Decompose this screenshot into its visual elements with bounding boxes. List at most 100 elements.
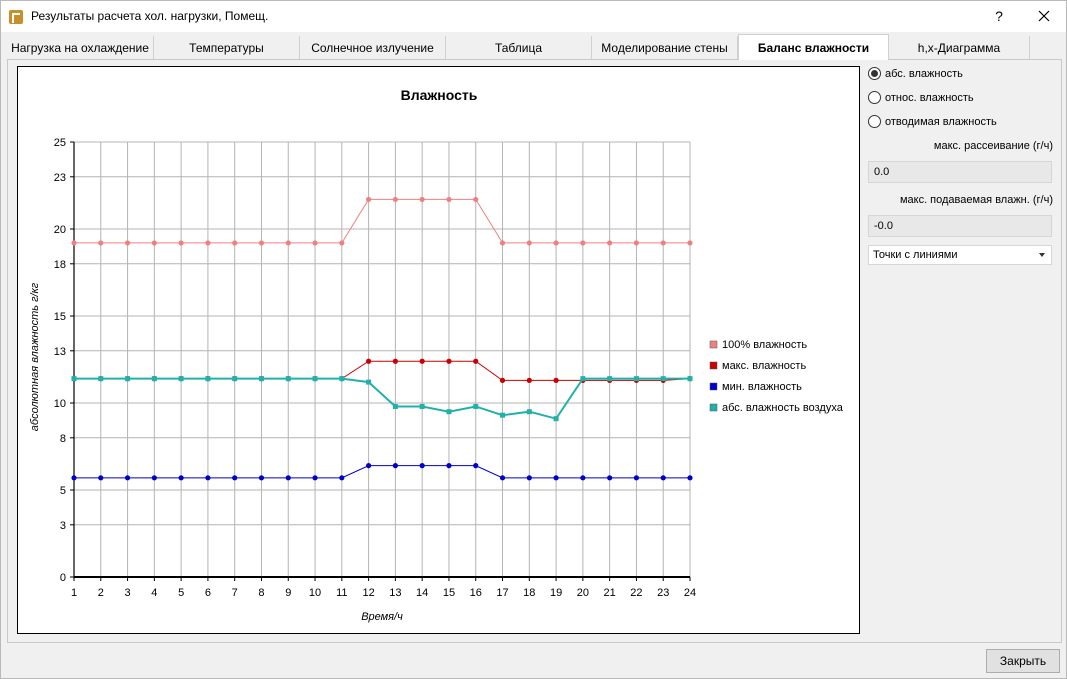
x-tick-label: 5: [178, 587, 184, 599]
data-point: [366, 379, 372, 385]
y-tick-label: 13: [54, 346, 66, 358]
tab-temperatures[interactable]: Температуры: [154, 36, 300, 60]
help-button[interactable]: ?: [987, 5, 1011, 27]
data-point: [98, 376, 104, 382]
legend-label: абс. влажность воздуха: [722, 402, 844, 414]
data-point: [607, 376, 613, 382]
series-line: [74, 377, 690, 420]
data-point: [178, 376, 184, 382]
x-tick-label: 3: [125, 587, 131, 599]
x-tick-label: 16: [470, 587, 482, 599]
y-axis-label: абсолютная влажность г/кг: [29, 282, 41, 431]
data-point: [660, 376, 666, 382]
x-tick-label: 10: [309, 587, 321, 599]
data-point: [366, 196, 372, 203]
data-point: [607, 240, 613, 246]
x-tick-label: 20: [577, 587, 589, 599]
radio-checked-icon: [868, 67, 881, 80]
title-bar: Результаты расчета хол. нагрузки, Помещ.…: [1, 1, 1066, 32]
data-point: [392, 403, 398, 409]
display-mode-select[interactable]: Точки с линиями: [868, 245, 1052, 265]
display-mode-value: Точки с линиями: [873, 249, 958, 261]
close-icon: [1038, 10, 1050, 22]
y-tick-label: 0: [60, 572, 66, 584]
close-button[interactable]: Закрыть: [986, 649, 1060, 673]
data-point: [419, 463, 425, 469]
radio-removed-humidity[interactable]: отводимая влажность: [868, 113, 997, 131]
data-point: [633, 475, 640, 481]
data-point: [499, 475, 506, 481]
data-point: [258, 240, 265, 246]
legend-swatch: [709, 382, 718, 391]
chart-title: Влажность: [401, 87, 478, 103]
data-point: [633, 376, 639, 382]
data-point: [580, 475, 586, 481]
data-point: [446, 358, 452, 364]
radio-label: абс. влажность: [885, 68, 963, 80]
data-point: [580, 376, 586, 382]
x-tick-label: 13: [389, 587, 401, 599]
data-point: [205, 475, 211, 481]
options-panel: абс. влажность относ. влажность отводима…: [865, 63, 1055, 283]
max-dissipation-label: макс. рассеивание (г/ч): [933, 140, 1053, 152]
x-tick-label: 7: [232, 587, 238, 599]
data-point: [205, 376, 211, 382]
tab-cooling-load[interactable]: Нагрузка на охлаждение: [7, 36, 154, 60]
data-point: [178, 240, 184, 246]
y-tick-label: 5: [60, 485, 66, 497]
data-point: [446, 196, 452, 203]
data-point: [499, 377, 506, 383]
tab-solar-radiation[interactable]: Солнечное излучение: [300, 36, 446, 60]
max-dissipation-field[interactable]: 0.0: [868, 161, 1052, 183]
data-point: [124, 240, 131, 246]
y-tick-label: 8: [60, 433, 66, 445]
data-point: [71, 475, 77, 481]
y-tick-label: 23: [54, 172, 66, 184]
x-tick-label: 23: [657, 587, 669, 599]
x-tick-label: 6: [205, 587, 211, 599]
data-point: [419, 196, 425, 203]
data-point: [366, 463, 372, 469]
radio-label: относ. влажность: [885, 92, 974, 104]
chevron-down-icon: [1039, 253, 1045, 257]
data-point: [339, 475, 345, 481]
data-point: [526, 377, 532, 383]
tab-hx-diagram[interactable]: h,x-Диаграмма: [889, 36, 1030, 60]
data-point: [151, 475, 157, 481]
data-point: [285, 376, 291, 382]
tab-table[interactable]: Таблица: [446, 36, 592, 60]
legend-swatch: [709, 361, 718, 370]
x-tick-label: 22: [630, 587, 642, 599]
legend-label: мин. влажность: [722, 381, 802, 393]
data-point: [151, 376, 157, 382]
data-point: [526, 409, 532, 415]
data-point: [71, 376, 77, 382]
data-point: [687, 240, 693, 246]
data-point: [607, 475, 613, 481]
close-window-button[interactable]: [1031, 5, 1057, 27]
x-tick-label: 19: [550, 587, 562, 599]
data-point: [473, 403, 479, 409]
x-tick-label: 2: [98, 587, 104, 599]
data-point: [124, 475, 131, 481]
data-point: [553, 475, 559, 481]
tab-moisture-balance[interactable]: Баланс влажности: [738, 34, 889, 60]
data-point: [339, 376, 345, 382]
tab-wall-modeling[interactable]: Моделирование стены: [592, 36, 738, 60]
radio-unchecked-icon: [868, 115, 881, 128]
legend-swatch: [709, 340, 718, 349]
series-line: [74, 360, 691, 381]
data-point: [473, 196, 479, 203]
data-point: [258, 376, 264, 382]
y-tick-label: 25: [54, 137, 66, 149]
max-supply-field[interactable]: -0.0: [868, 215, 1052, 237]
data-point: [687, 475, 693, 481]
radio-relative-humidity[interactable]: относ. влажность: [868, 89, 974, 107]
data-point: [446, 463, 452, 469]
radio-absolute-humidity[interactable]: абс. влажность: [868, 65, 963, 83]
data-point: [285, 475, 291, 481]
data-point: [312, 475, 318, 481]
data-point: [312, 240, 318, 246]
data-point: [232, 240, 238, 246]
x-tick-label: 15: [443, 587, 455, 599]
